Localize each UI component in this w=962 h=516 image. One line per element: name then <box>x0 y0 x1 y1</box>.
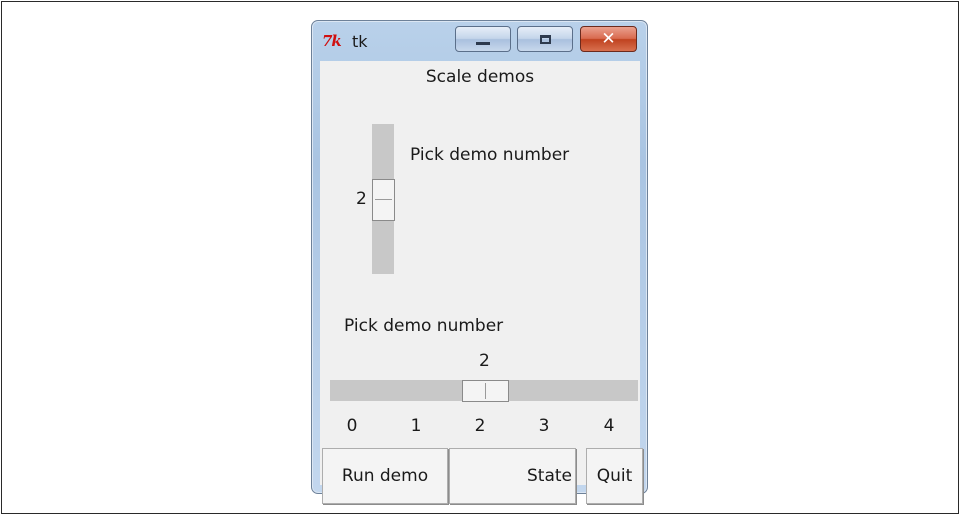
maximize-button[interactable] <box>517 26 573 52</box>
tick-label-1: 1 <box>410 416 422 436</box>
horizontal-scale-slider[interactable] <box>462 380 509 402</box>
tick-label-0: 0 <box>346 416 358 436</box>
tick-label-3: 3 <box>538 416 550 436</box>
horizontal-scale-value: 2 <box>479 351 490 371</box>
vertical-scale-slider[interactable] <box>372 179 395 221</box>
vertical-scale-value: 2 <box>356 189 367 209</box>
state-button[interactable]: State <box>449 448 576 504</box>
minimize-button[interactable] <box>455 26 511 52</box>
horizontal-scale-label: Pick demo number <box>344 316 504 336</box>
title-bar[interactable]: 7k tk ✕ <box>312 21 647 61</box>
minimize-icon <box>476 41 490 45</box>
horizontal-slider-grip <box>485 383 486 399</box>
tick-label-4: 4 <box>603 416 615 436</box>
close-icon: ✕ <box>601 28 616 49</box>
window-title: tk <box>352 32 368 51</box>
maximize-icon <box>539 34 551 44</box>
vertical-slider-grip <box>375 199 392 200</box>
run-demo-button[interactable]: Run demo <box>322 448 448 504</box>
close-button[interactable]: ✕ <box>580 26 637 52</box>
tick-label-2: 2 <box>474 416 486 436</box>
tk-logo-icon: 7k <box>322 32 342 50</box>
quit-button[interactable]: Quit <box>586 448 643 504</box>
heading-label: Scale demos <box>425 67 535 87</box>
vertical-scale-label: Pick demo number <box>410 145 570 165</box>
client-area: Scale demos 2 Pick demo number Pick demo… <box>320 61 643 504</box>
tk-window: 7k tk ✕ Scale demos 2 Pick demo number P… <box>311 20 648 504</box>
